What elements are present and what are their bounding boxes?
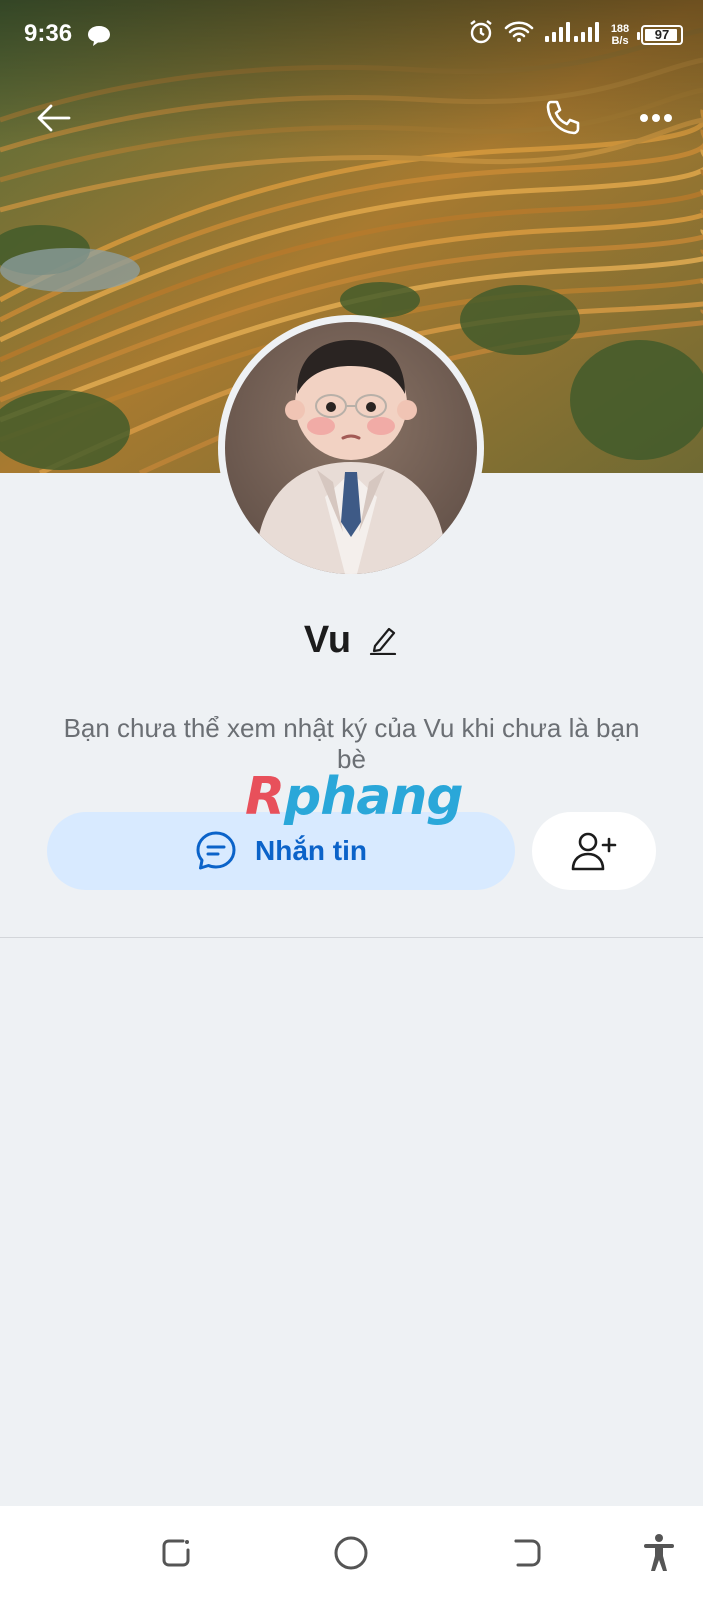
status-indicators: 188 B/s 97 (467, 18, 683, 51)
network-speed-unit: B/s (611, 34, 629, 47)
avatar-character-illustration (255, 340, 447, 574)
edit-name-button[interactable] (367, 624, 399, 656)
section-divider (0, 937, 703, 938)
watermark-first-letter: R (245, 767, 285, 827)
more-options-button[interactable] (632, 96, 680, 140)
nav-back-button[interactable] (502, 1528, 552, 1578)
battery-icon: 97 (637, 24, 683, 45)
more-horizontal-icon (640, 114, 672, 122)
avatar[interactable] (218, 315, 484, 581)
pencil-icon (369, 627, 397, 655)
chat-notification-icon (86, 24, 112, 53)
phone-icon (546, 100, 580, 135)
alarm-icon (467, 18, 495, 51)
back-button[interactable] (32, 96, 76, 140)
signal-icon (543, 20, 599, 49)
network-speed-value: 188 (610, 22, 630, 35)
system-nav-bar (0, 1506, 703, 1600)
recents-icon (162, 1539, 190, 1567)
status-time: 9:36 (24, 20, 73, 47)
nav-accessibility-button[interactable] (634, 1528, 684, 1578)
network-speed: 188 B/s (607, 23, 633, 47)
add-friend-button[interactable] (532, 812, 656, 890)
avatar-image (225, 322, 477, 574)
accessibility-icon (644, 1534, 674, 1571)
arrow-left-icon (37, 104, 71, 132)
battery-level: 97 (654, 27, 670, 42)
message-button-label: Nhắn tin (255, 835, 367, 866)
nav-home-button[interactable] (326, 1528, 376, 1578)
profile-name-row: Vu (0, 615, 703, 665)
profile-name: Vu (303, 618, 352, 661)
home-circle-icon (334, 1536, 368, 1570)
add-user-icon (571, 832, 617, 871)
watermark-logo: Rphang (245, 766, 464, 828)
back-gesture-icon (514, 1539, 541, 1567)
status-bar: 9:36 188 B/s 97 (0, 0, 703, 70)
call-button[interactable] (540, 95, 586, 141)
watermark-rest: phang (284, 767, 464, 827)
wifi-icon (503, 19, 535, 50)
nav-recents-button[interactable] (151, 1528, 201, 1578)
chat-bubble-icon (196, 831, 236, 870)
